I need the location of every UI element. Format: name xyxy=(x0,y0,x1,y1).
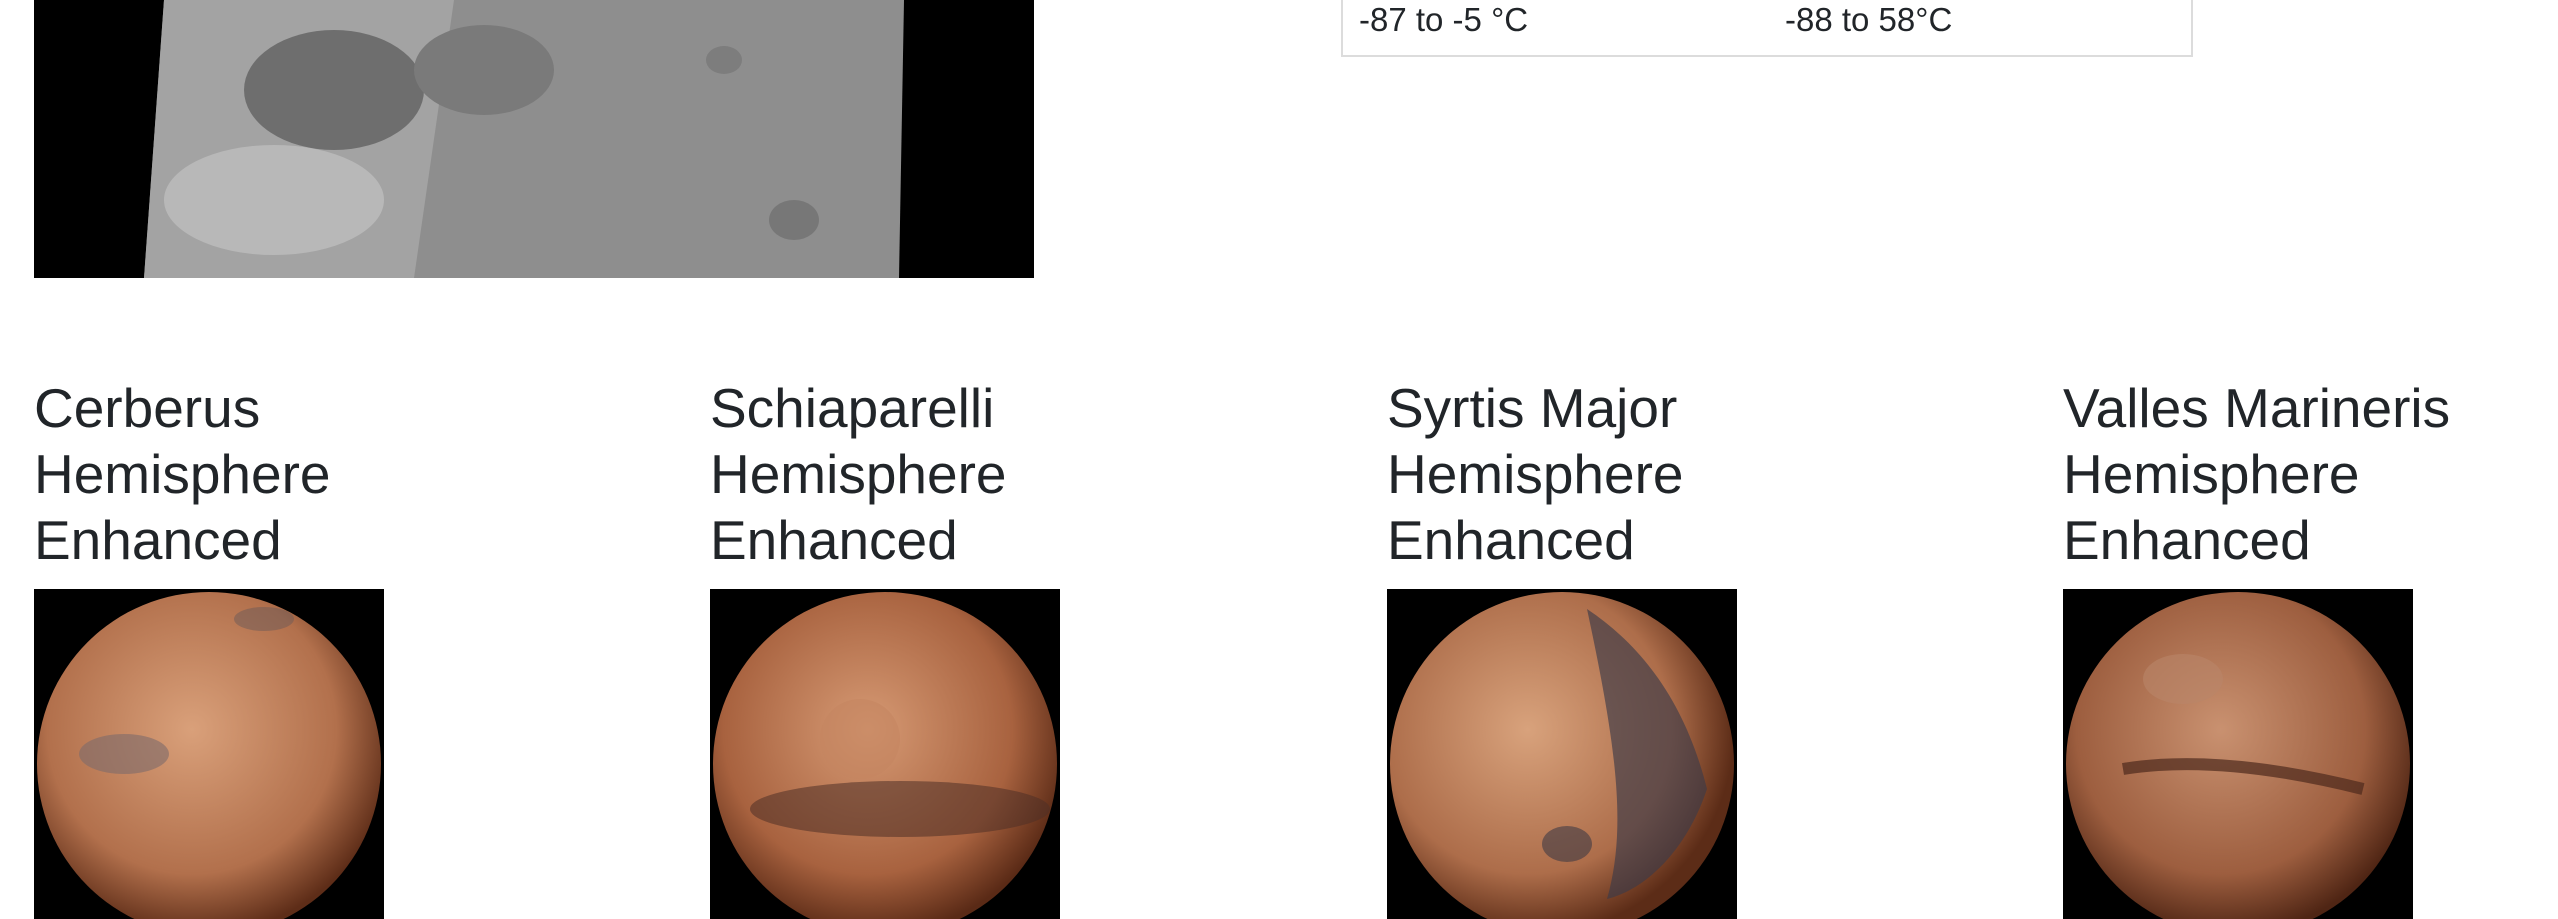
facts-cell-earth-temp: -88 to 58°C xyxy=(1785,1,1953,38)
hemisphere-image[interactable] xyxy=(710,589,1060,919)
hemisphere-card-valles-marineris[interactable]: Valles Marineris Hemisphere Enhanced xyxy=(2063,375,2483,919)
featured-mars-image xyxy=(34,0,1034,278)
hemisphere-title: Schiaparelli Hemisphere Enhanced xyxy=(710,377,1007,571)
hemisphere-image[interactable] xyxy=(34,589,384,919)
hemisphere-image[interactable] xyxy=(2063,589,2413,919)
hemisphere-card-schiaparelli[interactable]: Schiaparelli Hemisphere Enhanced xyxy=(710,375,1130,919)
hemisphere-image[interactable] xyxy=(1387,589,1737,919)
facts-cell-mars-temp: -87 to -5 °C xyxy=(1359,1,1529,38)
hemisphere-title: Cerberus Hemisphere Enhanced xyxy=(34,377,331,571)
mars-facts-table: -87 to -5 °C -88 to 58°C xyxy=(1341,0,2193,57)
hemisphere-title: Valles Marineris Hemisphere Enhanced xyxy=(2063,377,2451,571)
hemisphere-card-syrtis-major[interactable]: Syrtis Major Hemisphere Enhanced xyxy=(1387,375,1807,919)
hemisphere-title: Syrtis Major Hemisphere Enhanced xyxy=(1387,377,1684,571)
hemisphere-card-cerberus[interactable]: Cerberus Hemisphere Enhanced xyxy=(34,375,454,919)
